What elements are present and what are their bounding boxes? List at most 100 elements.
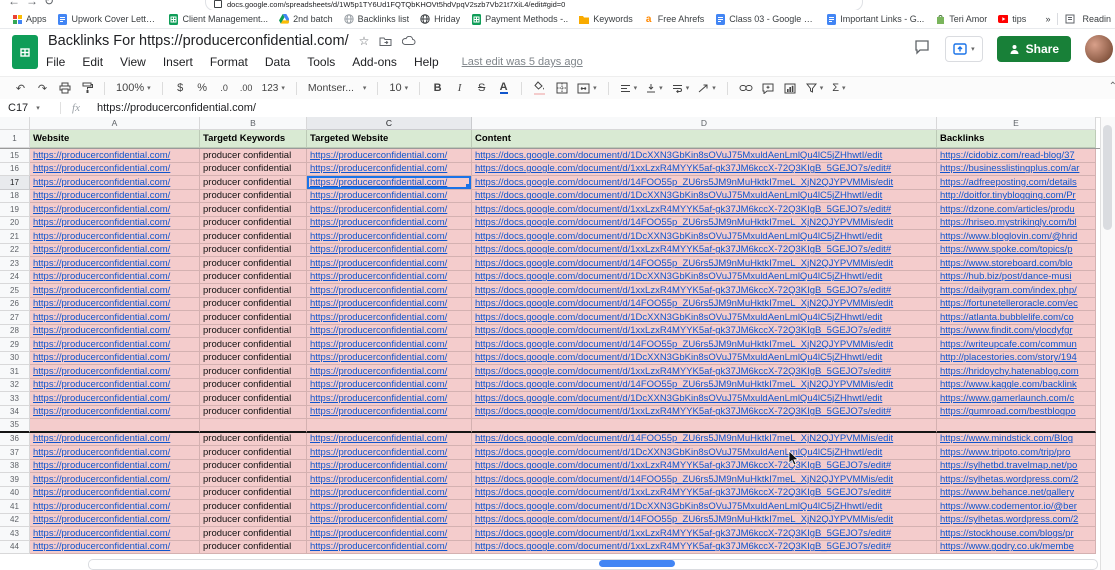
cell-D43[interactable]: https://docs.google.com/document/d/1xxLz… (472, 527, 937, 541)
menu-edit[interactable]: Edit (82, 55, 103, 69)
cell-E35[interactable] (937, 419, 1096, 433)
row-header-35[interactable]: 35 (0, 419, 30, 433)
bold-icon[interactable]: B (431, 80, 444, 96)
cell-C37[interactable]: https://producerconfidential.com/ (307, 446, 472, 460)
forward-icon[interactable]: → (26, 0, 38, 8)
cell-A40[interactable]: https://producerconfidential.com/ (30, 487, 200, 501)
cell-D41[interactable]: https://docs.google.com/document/d/1DcXX… (472, 500, 937, 514)
cell-B25[interactable]: producer confidential (200, 284, 307, 298)
cell-A26[interactable]: https://producerconfidential.com/ (30, 298, 200, 312)
row-header-39[interactable]: 39 (0, 473, 30, 487)
cell-B24[interactable]: producer confidential (200, 271, 307, 285)
bookmark-item[interactable]: Class 03 - Google D... (715, 14, 815, 24)
row-header-31[interactable]: 31 (0, 365, 30, 379)
cell-A15[interactable]: https://producerconfidential.com/ (30, 149, 200, 163)
cell-B43[interactable]: producer confidential (200, 527, 307, 541)
cell-D20[interactable]: https://docs.google.com/document/d/14FOO… (472, 217, 937, 231)
cell-D39[interactable]: https://docs.google.com/document/d/14FOO… (472, 473, 937, 487)
menu-addons[interactable]: Add-ons (352, 55, 397, 69)
cell-E37[interactable]: https://www.tripoto.com/trip/pro (937, 446, 1096, 460)
row-header-32[interactable]: 32 (0, 379, 30, 393)
bookmark-item[interactable]: 2nd batch (279, 14, 333, 24)
cell-D40[interactable]: https://docs.google.com/document/d/1xxLz… (472, 487, 937, 501)
cell-E32[interactable]: https://www.kaggle.com/backlink (937, 379, 1096, 393)
row-header-38[interactable]: 38 (0, 460, 30, 474)
merge-cells-icon[interactable]: ▾ (577, 83, 597, 94)
undo-icon[interactable]: ↶ (14, 80, 27, 96)
increase-decimals-icon[interactable]: .00 (240, 80, 253, 96)
menu-insert[interactable]: Insert (163, 55, 193, 69)
cell-D15[interactable]: https://docs.google.com/document/d/1DcXX… (472, 149, 937, 163)
bookmark-item[interactable]: Hriday (420, 14, 460, 24)
cell-B40[interactable]: producer confidential (200, 487, 307, 501)
cell-B20[interactable]: producer confidential (200, 217, 307, 231)
cell-D31[interactable]: https://docs.google.com/document/d/1xxLz… (472, 365, 937, 379)
cell-A28[interactable]: https://producerconfidential.com/ (30, 325, 200, 339)
cell-E21[interactable]: https://www.bloglovin.com/@hrid (937, 230, 1096, 244)
cell-D34[interactable]: https://docs.google.com/document/d/1xxLz… (472, 406, 937, 420)
cell-E18[interactable]: http://doitfor.tinyblogging.com/Pr (937, 190, 1096, 204)
cell-A23[interactable]: https://producerconfidential.com/ (30, 257, 200, 271)
zoom-select[interactable]: 100%▾ (116, 82, 151, 94)
cell-C42[interactable]: https://producerconfidential.com/ (307, 514, 472, 528)
bookmark-item[interactable]: Teri Amor (935, 14, 987, 24)
cell-C43[interactable]: https://producerconfidential.com/ (307, 527, 472, 541)
row-header-22[interactable]: 22 (0, 244, 30, 258)
menu-help[interactable]: Help (414, 55, 439, 69)
row-header-24[interactable]: 24 (0, 271, 30, 285)
cell-C38[interactable]: https://producerconfidential.com/ (307, 460, 472, 474)
cell-A19[interactable]: https://producerconfidential.com/ (30, 203, 200, 217)
row-header-37[interactable]: 37 (0, 446, 30, 460)
cell-D23[interactable]: https://docs.google.com/document/d/14FOO… (472, 257, 937, 271)
cell-E19[interactable]: https://dzone.com/articles/produ (937, 203, 1096, 217)
cell-A41[interactable]: https://producerconfidential.com/ (30, 500, 200, 514)
bookmark-item[interactable]: Important Links - G... (826, 14, 924, 24)
filter-icon[interactable]: ▾ (806, 83, 824, 93)
cell-B36[interactable]: producer confidential (200, 433, 307, 447)
cell-C23[interactable]: https://producerconfidential.com/ (307, 257, 472, 271)
font-size-select[interactable]: 10▾ (389, 82, 408, 94)
cell-C16[interactable]: https://producerconfidential.com/ (307, 163, 472, 177)
cell-A38[interactable]: https://producerconfidential.com/ (30, 460, 200, 474)
cell-E24[interactable]: https://hub.biz/post/dance-musi (937, 271, 1096, 285)
address-bar[interactable]: docs.google.com/spreadsheets/d/1W5p1TY6U… (205, 0, 863, 10)
cell-D44[interactable]: https://docs.google.com/document/d/1xxLz… (472, 541, 937, 555)
cell-E25[interactable]: https://dailygram.com/index.php/ (937, 284, 1096, 298)
bookmark-item[interactable]: Apps (12, 14, 47, 24)
bookmarks-overflow-chevron[interactable]: » (1045, 14, 1050, 24)
star-icon[interactable]: ☆ (359, 34, 370, 48)
row-header-36[interactable]: 36 (0, 433, 30, 447)
header-cell-A1[interactable]: Website (30, 130, 200, 148)
row-header-1[interactable]: 1 (0, 130, 30, 148)
cell-D42[interactable]: https://docs.google.com/document/d/14FOO… (472, 514, 937, 528)
bookmark-item[interactable]: tips (998, 14, 1026, 24)
cell-D21[interactable]: https://docs.google.com/document/d/1DcXX… (472, 230, 937, 244)
decrease-decimals-icon[interactable]: .0 (218, 80, 231, 96)
bookmark-item[interactable]: Payment Methods -.. (471, 14, 568, 24)
cell-A42[interactable]: https://producerconfidential.com/ (30, 514, 200, 528)
cell-D37[interactable]: https://docs.google.com/document/d/1DcXX… (472, 446, 937, 460)
borders-icon[interactable] (555, 80, 568, 96)
header-cell-C1[interactable]: Targeted Website (307, 130, 472, 148)
cell-C19[interactable]: https://producerconfidential.com/ (307, 203, 472, 217)
cell-A18[interactable]: https://producerconfidential.com/ (30, 190, 200, 204)
cell-D35[interactable] (472, 419, 937, 433)
bookmark-item[interactable]: Keywords (579, 14, 633, 24)
cell-E33[interactable]: https://www.gamerlaunch.com/c (937, 392, 1096, 406)
cell-B38[interactable]: producer confidential (200, 460, 307, 474)
cell-A29[interactable]: https://producerconfidential.com/ (30, 338, 200, 352)
cell-B18[interactable]: producer confidential (200, 190, 307, 204)
cell-B33[interactable]: producer confidential (200, 392, 307, 406)
cell-A30[interactable]: https://producerconfidential.com/ (30, 352, 200, 366)
cell-C18[interactable]: https://producerconfidential.com/ (307, 190, 472, 204)
row-header-33[interactable]: 33 (0, 392, 30, 406)
formula-input[interactable]: https://producerconfidential.com/ (91, 102, 256, 114)
cell-A17[interactable]: https://producerconfidential.com/ (30, 176, 200, 190)
cell-C22[interactable]: https://producerconfidential.com/ (307, 244, 472, 258)
cell-B23[interactable]: producer confidential (200, 257, 307, 271)
cell-E42[interactable]: https://sylhetas.wordpress.com/2 (937, 514, 1096, 528)
vertical-scrollbar[interactable] (1100, 117, 1115, 570)
format-percent-icon[interactable]: % (196, 80, 209, 96)
cell-D19[interactable]: https://docs.google.com/document/d/1xxLz… (472, 203, 937, 217)
header-cell-B1[interactable]: Targetd Keywords (200, 130, 307, 148)
